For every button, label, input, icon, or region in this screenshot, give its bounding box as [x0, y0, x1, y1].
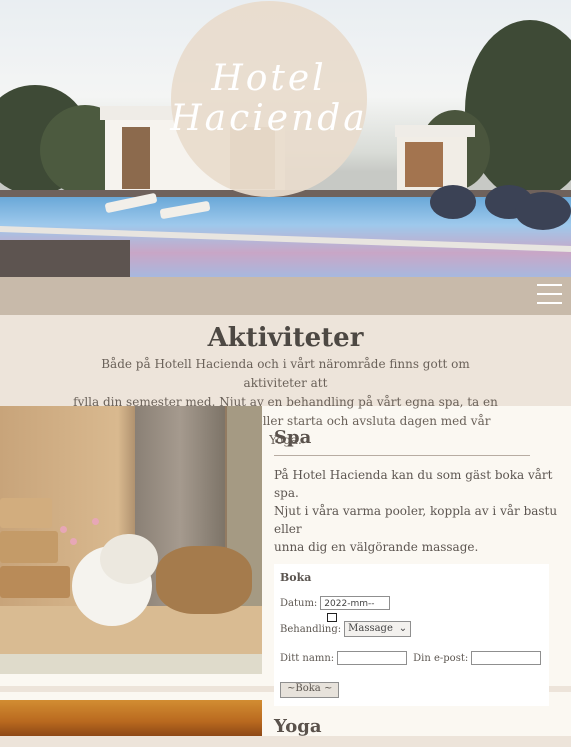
- treatment-value: Massage: [348, 623, 393, 634]
- date-value: 2022-mm--: [324, 599, 375, 609]
- soap-bar: [0, 566, 70, 598]
- name-label: Ditt namn:: [280, 652, 335, 664]
- hotel-logo: Hotel Hacienda: [170, 1, 368, 197]
- intro-line: Både på Hotell Hacienda och i vårt närom…: [101, 357, 470, 390]
- page-title: Aktiviteter: [207, 323, 364, 353]
- spa-heading: Spa: [274, 424, 530, 456]
- spa-section: Spa På Hotel Hacienda kan du som gäst bo…: [0, 406, 571, 706]
- outdoor-chair: [515, 192, 571, 230]
- yoga-image: [0, 700, 262, 736]
- yoga-section: Yoga: [0, 700, 571, 737]
- yoga-content: Yoga: [262, 700, 571, 737]
- flower: [70, 538, 77, 545]
- hamburger-menu-icon[interactable]: [537, 284, 562, 306]
- wicker-basket: [156, 546, 252, 614]
- soap-bar: [0, 531, 58, 563]
- chevron-down-icon: ⌄: [398, 623, 408, 634]
- menu-bar: [537, 284, 562, 286]
- treatment-label: Behandling:: [280, 623, 342, 635]
- towel: [100, 534, 158, 584]
- spa-line: unna dig en välgörande massage.: [274, 540, 479, 554]
- date-row: Datum: 2022-mm--: [280, 596, 543, 622]
- house-roof: [395, 125, 475, 137]
- outdoor-chair: [430, 185, 476, 219]
- email-input[interactable]: [471, 651, 542, 665]
- name-input[interactable]: [337, 651, 408, 665]
- email-label: Din e-post:: [413, 652, 469, 664]
- spa-description: På Hotel Hacienda kan du som gäst boka v…: [274, 466, 559, 556]
- spa-content: Spa På Hotel Hacienda kan du som gäst bo…: [262, 406, 571, 706]
- treatment-select[interactable]: Massage ⌄: [344, 621, 412, 637]
- yoga-heading: Yoga: [274, 716, 322, 737]
- spa-line: Njut i våra varma pooler, koppla av i vå…: [274, 504, 558, 536]
- flower: [60, 526, 67, 533]
- soap-bar: [0, 498, 52, 528]
- menu-bar: [537, 293, 562, 295]
- spa-line: På Hotel Hacienda kan du som gäst boka v…: [274, 468, 553, 500]
- house-window: [405, 142, 443, 187]
- intro: Aktiviteter Både på Hotell Hacienda och …: [0, 315, 571, 447]
- date-label: Datum:: [280, 597, 318, 609]
- spa-image: [0, 406, 262, 674]
- house-window: [122, 127, 150, 189]
- glass-shelf: [0, 654, 262, 674]
- date-input[interactable]: 2022-mm--: [320, 596, 391, 622]
- menu-bar: [537, 302, 562, 304]
- contact-row: Ditt namn: Din e-post:: [280, 651, 543, 665]
- calendar-icon[interactable]: [327, 613, 338, 622]
- book-button[interactable]: ~Boka ~: [280, 682, 340, 698]
- booking-title: Boka: [280, 571, 312, 584]
- booking-form: Boka Datum: 2022-mm-- Behandling: Massag…: [274, 564, 549, 706]
- flower: [92, 518, 99, 525]
- logo-line: Hotel: [211, 58, 327, 99]
- treatment-row: Behandling: Massage ⌄: [280, 621, 543, 637]
- deck: [0, 240, 130, 277]
- navbar: [0, 277, 571, 315]
- hero-image: Hotel Hacienda: [0, 0, 571, 277]
- logo-line: Hacienda: [170, 98, 368, 139]
